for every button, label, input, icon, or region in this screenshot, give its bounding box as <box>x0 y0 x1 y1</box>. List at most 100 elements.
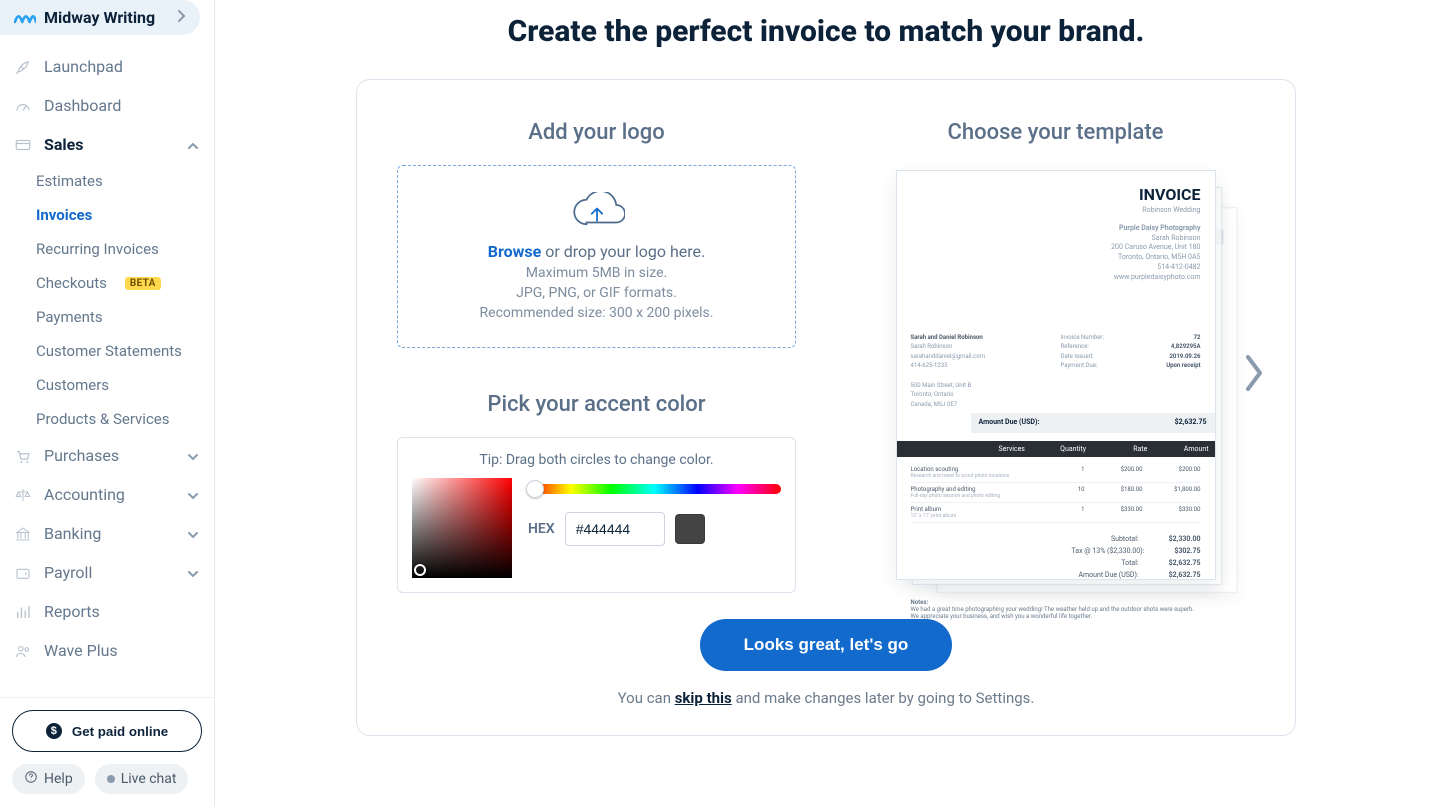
color-section-title: Pick your accent color <box>397 392 796 417</box>
scale-icon <box>14 486 32 504</box>
nav-invoices[interactable]: Invoices <box>36 198 214 232</box>
workspace-name: Midway Writing <box>44 8 155 27</box>
dropzone-text: or drop your logo here. <box>541 242 705 261</box>
nav-label: Accounting <box>44 485 125 504</box>
dropzone-hint: JPG, PNG, or GIF formats. <box>418 285 775 301</box>
nav-label: Customer Statements <box>36 342 182 360</box>
pill-label: Live chat <box>121 771 177 787</box>
dropzone-hint: Maximum 5MB in size. <box>418 265 775 281</box>
line-item: Photography and editingFull-day photo se… <box>911 483 1201 503</box>
invoice-subtitle: Robinson Wedding <box>1111 206 1200 216</box>
pill-label: Help <box>44 771 73 787</box>
nav-payments[interactable]: Payments <box>36 300 214 334</box>
nav-label: Wave Plus <box>44 641 118 660</box>
line-items: Location scoutingResearch and travel to … <box>911 463 1201 523</box>
template-section-title: Choose your template <box>856 120 1255 145</box>
primary-nav: Launchpad Dashboard Sales Estimates Invo… <box>0 35 214 697</box>
gauge-icon <box>14 97 32 115</box>
nav-label: Launchpad <box>44 57 123 76</box>
bank-icon <box>14 525 32 543</box>
nav-recurring-invoices[interactable]: Recurring Invoices <box>36 232 214 266</box>
people-icon <box>14 642 32 660</box>
help-button[interactable]: Help <box>12 764 85 794</box>
saturation-cursor[interactable] <box>414 564 426 576</box>
cta-area: Looks great, let's go You can skip this … <box>397 619 1255 707</box>
invoice-title: INVOICE <box>1111 185 1200 204</box>
nav-estimates[interactable]: Estimates <box>36 164 214 198</box>
wave-logo-icon <box>14 9 36 27</box>
live-chat-button[interactable]: Live chat <box>95 764 189 794</box>
help-icon <box>24 770 38 788</box>
nav-label: Payments <box>36 308 103 326</box>
browse-link[interactable]: Browse <box>488 242 541 261</box>
rocket-icon <box>14 58 32 76</box>
nav-sales[interactable]: Sales <box>0 125 214 164</box>
logo-dropzone[interactable]: Browse or drop your logo here. Maximum 5… <box>397 165 796 348</box>
nav-sales-submenu: Estimates Invoices Recurring Invoices Ch… <box>0 164 214 436</box>
invoice-notes: Notes: We had a great time photographing… <box>911 599 1201 620</box>
nav-label: Recurring Invoices <box>36 240 159 258</box>
nav-accounting[interactable]: Accounting <box>0 475 214 514</box>
main-content: Create the perfect invoice to match your… <box>215 0 1437 806</box>
dollar-icon: $ <box>46 723 62 739</box>
nav-customer-statements[interactable]: Customer Statements <box>36 334 214 368</box>
bar-chart-icon <box>14 603 32 621</box>
template-carousel: $32.75 $32.75 INVOICE Robinson Wedding <box>856 165 1255 585</box>
chevron-down-icon <box>186 488 200 502</box>
nav-label: Invoices <box>36 206 92 224</box>
cart-icon <box>14 447 32 465</box>
color-swatch <box>675 514 705 544</box>
nav-dashboard[interactable]: Dashboard <box>0 86 214 125</box>
sidebar-footer: $ Get paid online Help Live chat <box>0 697 214 806</box>
workspace-switcher[interactable]: Midway Writing <box>0 0 200 35</box>
skip-line: You can skip this and make changes later… <box>397 689 1255 707</box>
hue-handle[interactable] <box>526 480 544 498</box>
company-block: Purple Daisy Photography Sarah Robinson … <box>1111 224 1200 283</box>
nav-wave-plus[interactable]: Wave Plus <box>0 631 214 670</box>
hex-label: HEX <box>528 521 555 537</box>
hue-slider[interactable] <box>528 484 781 494</box>
setup-card: Add your logo Browse or drop your logo h… <box>356 79 1296 736</box>
nav-launchpad[interactable]: Launchpad <box>0 47 214 86</box>
template-preview-front[interactable]: INVOICE Robinson Wedding Purple Daisy Ph… <box>896 170 1216 580</box>
nav-checkouts[interactable]: Checkouts BETA <box>36 266 214 300</box>
amount-due-bar: Amount Due (USD): $2,632.75 <box>971 413 1215 432</box>
invoice-totals: Subtotal:$2,330.00 Tax @ 13% ($2,330.00)… <box>911 533 1201 581</box>
color-picker: Tip: Drag both circles to change color. … <box>397 437 796 593</box>
confirm-button[interactable]: Looks great, let's go <box>700 619 953 671</box>
nav-banking[interactable]: Banking <box>0 514 214 553</box>
chevron-down-icon <box>186 527 200 541</box>
status-dot-icon <box>107 775 115 783</box>
nav-label: Reports <box>44 602 100 621</box>
get-paid-button[interactable]: $ Get paid online <box>12 710 202 752</box>
page-title: Create the perfect invoice to match your… <box>255 14 1397 49</box>
nav-label: Customers <box>36 376 109 394</box>
line-items-header: Services Quantity Rate Amount <box>897 441 1215 457</box>
logo-section-title: Add your logo <box>397 120 796 145</box>
right-column: Choose your template $32.75 $32.75 <box>856 120 1255 593</box>
nav-label: Dashboard <box>44 96 121 115</box>
color-tip: Tip: Drag both circles to change color. <box>412 452 781 468</box>
nav-payroll[interactable]: Payroll <box>0 553 214 592</box>
left-column: Add your logo Browse or drop your logo h… <box>397 120 796 593</box>
company-name: Purple Daisy Photography <box>1119 224 1201 232</box>
nav-label: Payroll <box>44 563 92 582</box>
sidebar: Midway Writing Launchpad Dashboard Sales… <box>0 0 215 806</box>
button-label: Get paid online <box>72 724 168 739</box>
dropzone-hint: Recommended size: 300 x 200 pixels. <box>418 305 775 321</box>
skip-link[interactable]: skip this <box>675 689 732 707</box>
next-template-button[interactable] <box>1239 353 1269 397</box>
nav-label: Purchases <box>44 446 119 465</box>
chevron-down-icon <box>186 566 200 580</box>
dropzone-line: Browse or drop your logo here. <box>418 242 775 261</box>
chevron-up-icon <box>186 138 200 152</box>
hex-input[interactable] <box>565 512 665 546</box>
nav-customers[interactable]: Customers <box>36 368 214 402</box>
nav-products-services[interactable]: Products & Services <box>36 402 214 436</box>
nav-reports[interactable]: Reports <box>0 592 214 631</box>
beta-badge: BETA <box>125 277 161 290</box>
nav-label: Banking <box>44 524 101 543</box>
saturation-field[interactable] <box>412 478 512 578</box>
nav-purchases[interactable]: Purchases <box>0 436 214 475</box>
nav-label: Sales <box>44 135 84 154</box>
